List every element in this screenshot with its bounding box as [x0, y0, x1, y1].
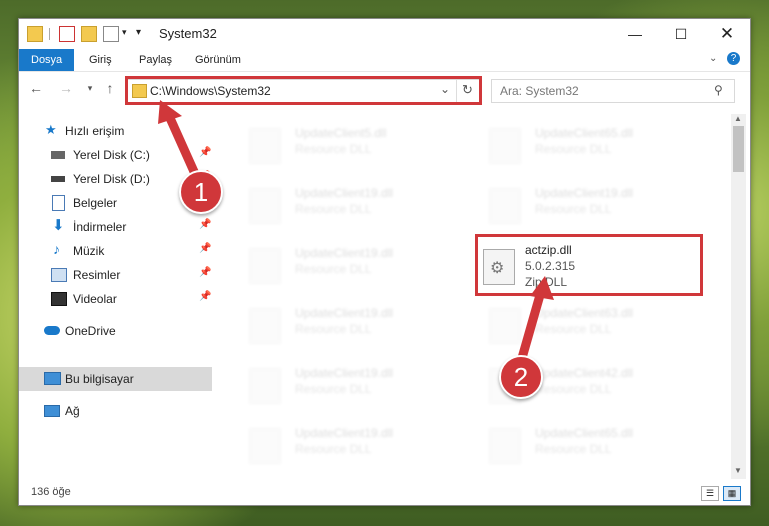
annotation-arrows — [158, 100, 554, 367]
step-2-badge: 2 — [499, 355, 543, 399]
step-1-badge: 1 — [179, 170, 223, 214]
arrow-2-head — [530, 276, 554, 300]
